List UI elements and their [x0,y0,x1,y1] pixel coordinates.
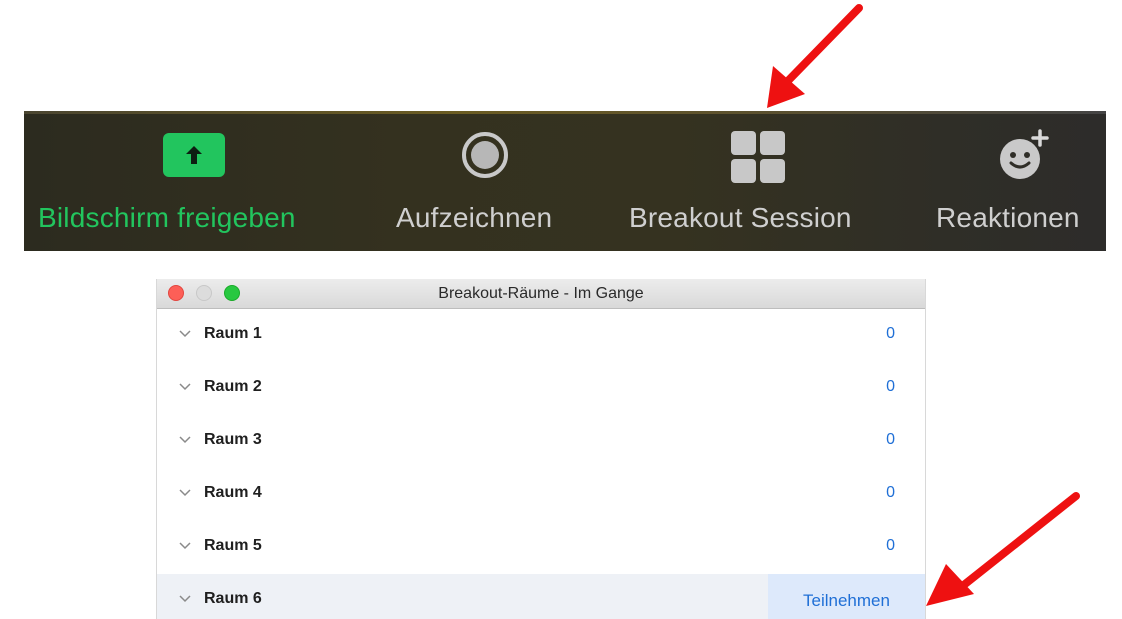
breakout-session-button[interactable]: Breakout Session [614,111,914,251]
room-row[interactable]: Raum 2 0 [157,362,925,415]
room-row[interactable]: Raum 3 0 [157,415,925,468]
chevron-down-icon [179,436,191,444]
room-name: Raum 6 [204,590,262,607]
chevron-down-icon [179,489,191,497]
share-screen-icon [163,133,225,177]
reactions-label: Reaktionen [936,202,1080,233]
join-room-button[interactable]: Teilnehmen [768,574,925,619]
share-screen-label: Bildschirm freigeben [38,202,296,233]
annotation-arrow-icon [767,4,863,108]
chevron-down-icon [179,542,191,550]
room-name: Raum 2 [204,378,262,395]
record-button[interactable]: Aufzeichnen [384,111,604,251]
room-list: Raum 1 0 Raum 2 0 Raum 3 0 Raum 4 0 Raum… [157,309,925,619]
record-label: Aufzeichnen [396,202,553,233]
share-screen-button[interactable]: Bildschirm freigeben [24,111,364,251]
window-titlebar: Breakout-Räume - Im Gange [157,279,925,309]
breakout-session-label: Breakout Session [629,202,852,233]
chevron-down-icon [179,595,191,603]
chevron-down-icon [179,330,191,338]
room-participant-count: 0 [886,537,895,554]
breakout-rooms-icon [731,131,785,183]
reactions-button[interactable]: Reaktionen [924,111,1106,251]
breakout-rooms-window: Breakout-Räume - Im Gange Raum 1 0 Raum … [156,279,926,619]
window-title: Breakout-Räume - Im Gange [438,285,644,302]
reactions-icon [998,127,1058,183]
record-icon [462,132,508,178]
room-participant-count: 0 [886,484,895,501]
room-row[interactable]: Raum 1 0 [157,309,925,362]
room-name: Raum 1 [204,325,262,342]
room-participant-count: 0 [886,325,895,342]
chevron-down-icon [179,383,191,391]
room-name: Raum 5 [204,537,262,554]
room-row[interactable]: Raum 5 0 [157,521,925,574]
annotation-arrow-icon [926,492,1080,606]
room-name: Raum 4 [204,484,262,501]
room-participant-count: 0 [886,378,895,395]
meeting-toolbar: Bildschirm freigeben Aufzeichnen Breakou… [24,111,1106,251]
room-row[interactable]: Raum 4 0 [157,468,925,521]
room-row-selected[interactable]: Raum 6 Teilnehmen [157,574,925,619]
screenshot-stage: Bildschirm freigeben Aufzeichnen Breakou… [0,0,1122,619]
room-name: Raum 3 [204,431,262,448]
room-participant-count: 0 [886,431,895,448]
